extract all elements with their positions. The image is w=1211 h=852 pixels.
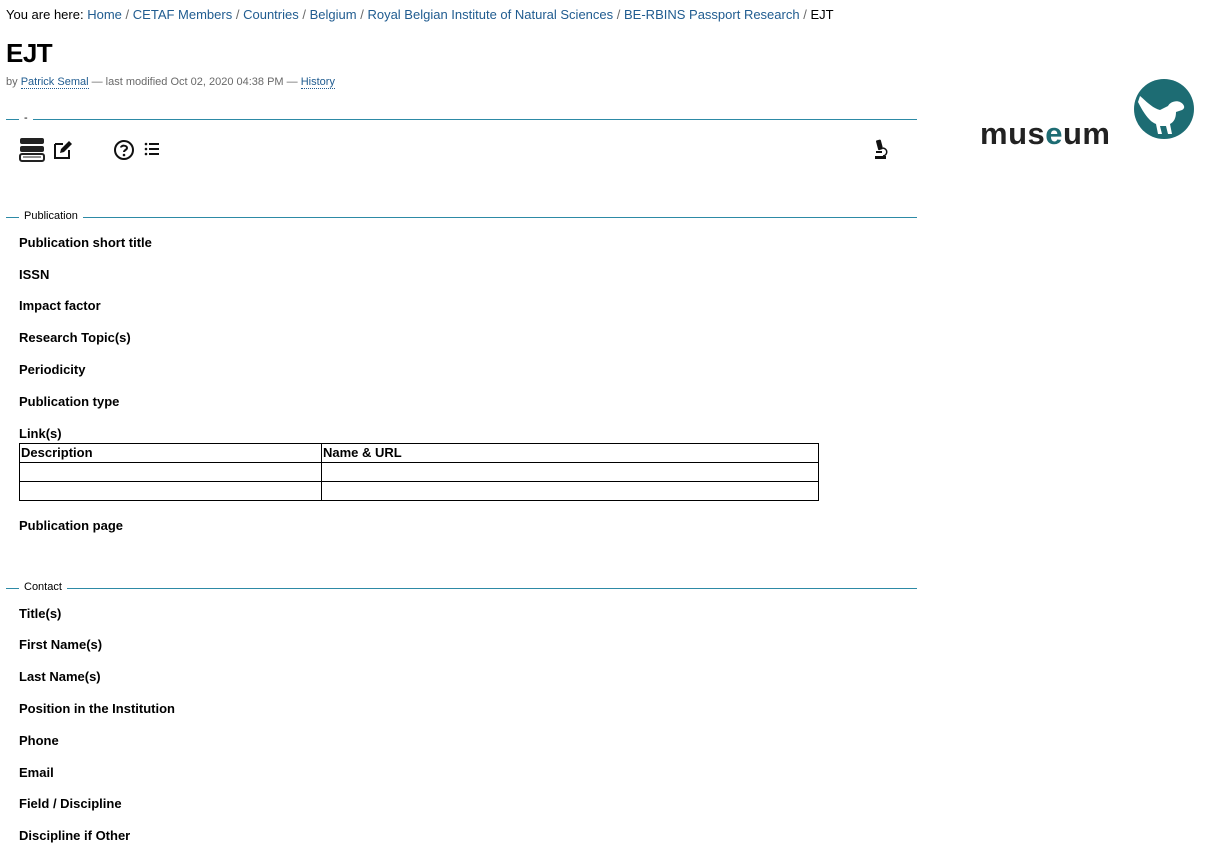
field-email: Email [19, 765, 54, 780]
field-impact-factor: Impact factor [19, 298, 101, 313]
breadcrumb-separator: / [235, 7, 240, 22]
museum-logo: museum [980, 79, 1194, 151]
svg-text:museum: museum [980, 116, 1111, 151]
breadcrumb-separator: / [360, 7, 364, 22]
field-publication-short-title: Publication short title [19, 235, 152, 250]
field-research-topics: Research Topic(s) [19, 330, 131, 345]
field-publication-type: Publication type [19, 394, 120, 409]
breadcrumb-separator: / [302, 7, 306, 22]
field-issn: ISSN [19, 267, 50, 282]
table-cell [321, 481, 819, 501]
field-first-names: First Name(s) [19, 637, 103, 652]
breadcrumb-cetaf-members[interactable]: CETAF Members [133, 7, 232, 22]
document-byline: by Patrick Semal — last modified Oct 02,… [6, 75, 335, 89]
field-last-names: Last Name(s) [19, 669, 101, 684]
breadcrumb-belgium[interactable]: Belgium [310, 7, 357, 22]
field-discipline: Field / Discipline [19, 796, 122, 811]
breadcrumb-countries[interactable]: Countries [243, 7, 299, 22]
breadcrumb-current: EJT [810, 7, 834, 22]
breadcrumb: You are here: Home / CETAF Members / Cou… [6, 6, 834, 23]
breadcrumb-separator: / [616, 7, 621, 22]
contact-fieldset-rule [6, 588, 917, 589]
list-icon[interactable] [144, 141, 160, 157]
books-icon[interactable] [18, 136, 48, 164]
microscope-icon[interactable] [874, 139, 890, 161]
toolbar-legend: - [19, 112, 33, 125]
publication-legend: Publication [19, 210, 83, 223]
breadcrumb-rbins[interactable]: Royal Belgian Institute of Natural Scien… [367, 7, 613, 22]
breadcrumb-separator: / [125, 7, 130, 22]
table-cell [19, 462, 322, 482]
breadcrumb-separator: / [803, 7, 807, 22]
column-header-description: Description [19, 443, 322, 463]
table-cell [19, 481, 322, 501]
contact-legend: Contact [19, 581, 67, 594]
table-row [19, 481, 819, 501]
page-title: EJT [6, 38, 53, 68]
publication-fieldset-rule [6, 217, 917, 218]
toolbar-fieldset-rule [6, 119, 917, 120]
breadcrumb-home[interactable]: Home [87, 7, 122, 22]
edit-icon[interactable] [52, 139, 74, 161]
last-modified: — last modified Oct 02, 2020 04:38 PM — [91, 76, 298, 88]
field-links: Link(s) [19, 426, 62, 441]
byline-by: by [6, 76, 18, 88]
column-header-name-url: Name & URL [321, 443, 819, 463]
table-cell [321, 462, 819, 482]
field-position: Position in the Institution [19, 701, 175, 716]
links-table-header: Description Name & URL [19, 443, 819, 463]
field-periodicity: Periodicity [19, 362, 86, 377]
table-row [19, 462, 819, 482]
history-link[interactable]: History [300, 76, 335, 89]
field-phone: Phone [19, 733, 59, 748]
breadcrumb-prefix: You are here: [6, 7, 84, 22]
help-icon[interactable] [113, 139, 135, 161]
field-titles: Title(s) [19, 606, 62, 621]
links-table: Description Name & URL [19, 443, 819, 501]
field-publication-page: Publication page [19, 518, 124, 533]
breadcrumb-passport-research[interactable]: BE-RBINS Passport Research [624, 7, 800, 22]
field-discipline-other: Discipline if Other [19, 828, 131, 843]
author-link[interactable]: Patrick Semal [20, 76, 89, 89]
